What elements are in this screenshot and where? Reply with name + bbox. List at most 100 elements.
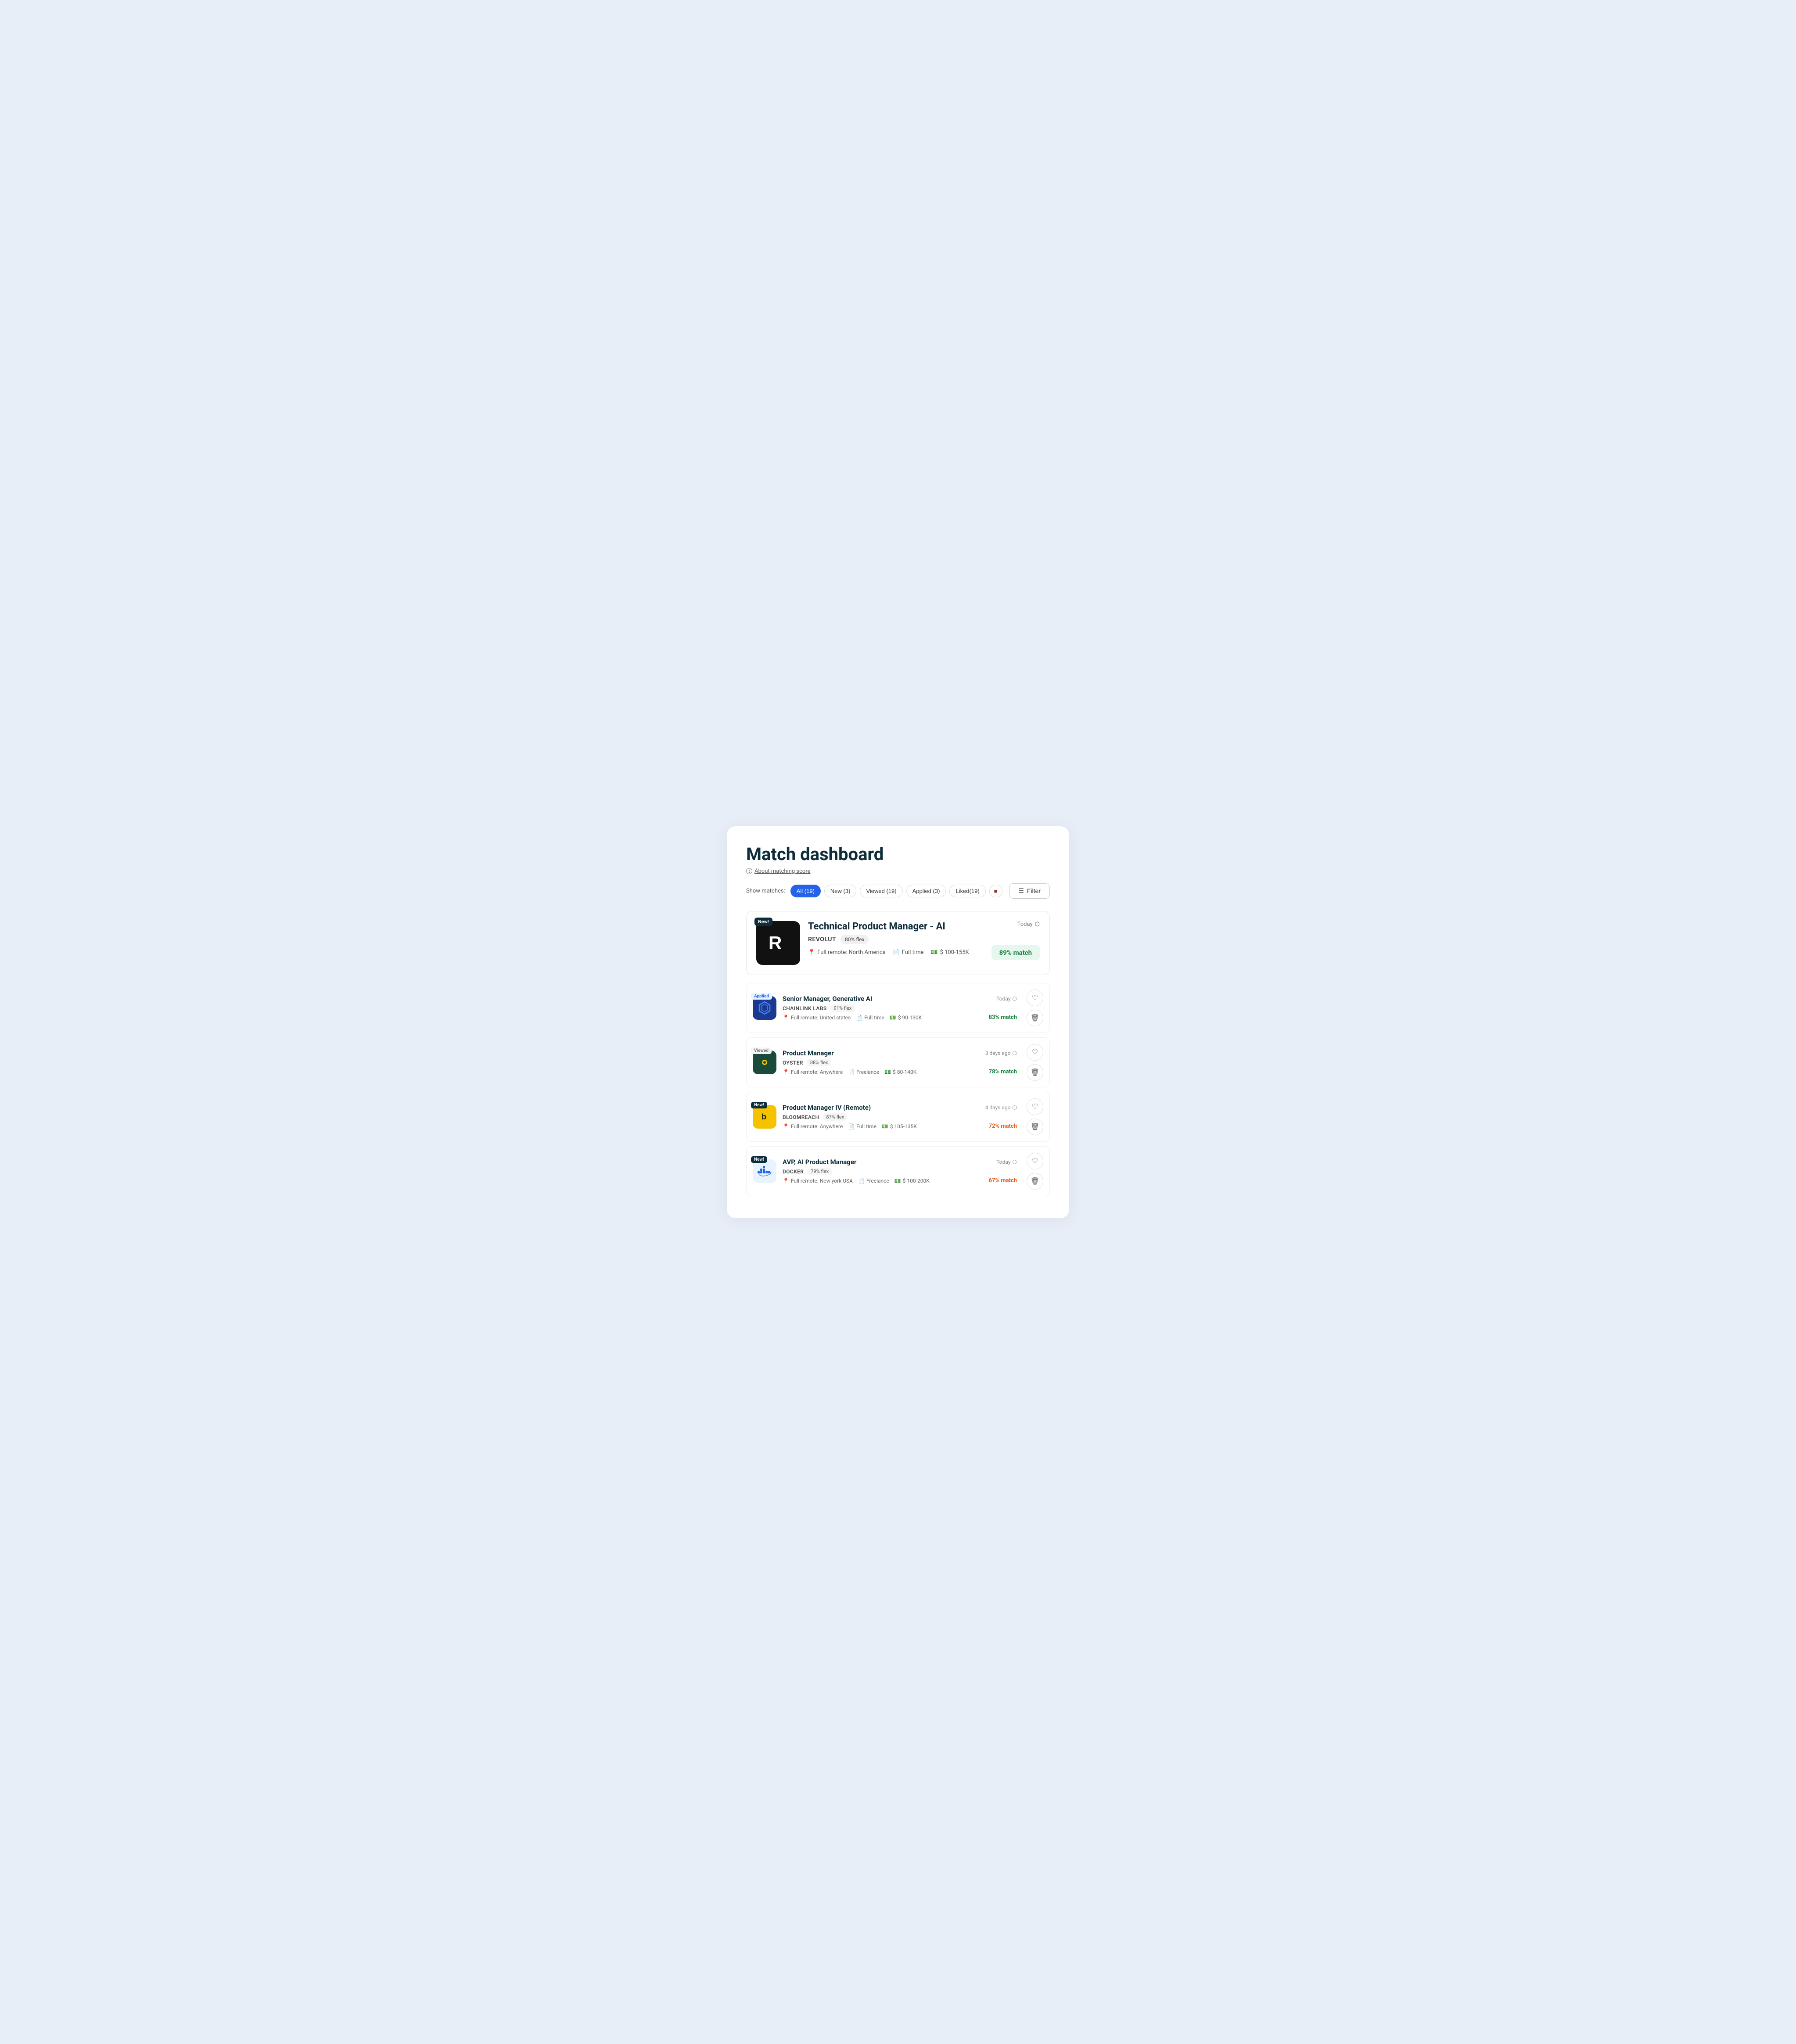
money-icon: 💵 bbox=[930, 949, 938, 956]
bloomreach-match-score: 72% match bbox=[989, 1123, 1017, 1130]
oyster-delete-button[interactable]: 🗑 bbox=[1027, 1064, 1043, 1081]
featured-logo-wrap: R New! bbox=[756, 921, 800, 965]
chainlink-type: 📄 Full time bbox=[856, 1015, 884, 1021]
featured-job-type: 📄 Full time bbox=[893, 949, 924, 956]
filter-button[interactable]: ☰ Filter bbox=[1009, 883, 1050, 899]
oyster-salary: 💵 $ 80-140K bbox=[884, 1069, 916, 1075]
featured-salary: 💵 $ 100-155K bbox=[930, 949, 969, 956]
tab-icon-filter[interactable]: ■ bbox=[989, 885, 1002, 897]
oyster-location: 📍 Full remote: Anywhere bbox=[783, 1069, 843, 1075]
docker-job-title: AVP, AI Product Manager bbox=[783, 1158, 856, 1166]
doc-icon: 📄 bbox=[893, 949, 900, 956]
docker-open-icon[interactable]: ⬡ bbox=[1013, 1159, 1017, 1165]
bloomreach-location-icon: 📍 bbox=[783, 1123, 789, 1130]
chainlink-date: Today ⬡ bbox=[996, 996, 1017, 1002]
oyster-like-button[interactable]: ♡ bbox=[1027, 1044, 1043, 1061]
revolut-logo: R bbox=[756, 921, 800, 965]
chainlink-doc-icon: 📄 bbox=[856, 1015, 862, 1021]
docker-match-score: 67% match bbox=[989, 1177, 1017, 1184]
chainlink-salary: 💵 $ 90-130K bbox=[890, 1015, 922, 1021]
bloomreach-salary: 💵 $ 105-135K bbox=[882, 1123, 917, 1130]
docker-like-button[interactable]: ♡ bbox=[1027, 1153, 1043, 1169]
about-link-text: About matching score bbox=[754, 868, 811, 875]
oyster-company-row: OYSTER 88% flex bbox=[783, 1059, 1017, 1066]
featured-job-title: Technical Product Manager - AI bbox=[808, 921, 969, 932]
docker-company-row: DOCKER 79% flex bbox=[783, 1168, 1017, 1175]
docker-job-main: AVP, AI Product Manager Today ⬡ DOCKER 7… bbox=[783, 1158, 1017, 1184]
page-title: Match dashboard bbox=[746, 844, 1050, 864]
featured-job-info: Technical Product Manager - AI REVOLUT 8… bbox=[808, 921, 1040, 960]
chainlink-delete-button[interactable]: 🗑 bbox=[1027, 1010, 1043, 1026]
bloomreach-date: 4 days ago ⬡ bbox=[985, 1104, 1017, 1111]
chainlink-job-main: Senior Manager, Generative AI Today ⬡ CH… bbox=[783, 995, 1017, 1021]
chainlink-open-icon[interactable]: ⬡ bbox=[1013, 996, 1017, 1002]
tab-new[interactable]: New (3) bbox=[824, 885, 857, 897]
chainlink-location-icon: 📍 bbox=[783, 1015, 789, 1021]
oyster-flex: 88% flex bbox=[807, 1059, 832, 1066]
chainlink-company-row: CHAINLINK LABS 91% flex bbox=[783, 1004, 1017, 1012]
chainlink-title-row: Senior Manager, Generative AI Today ⬡ bbox=[783, 995, 1017, 1003]
oyster-status-badge: Viewed bbox=[751, 1047, 772, 1054]
svg-text:R: R bbox=[769, 932, 782, 953]
docker-money-icon: 💵 bbox=[894, 1178, 901, 1184]
location-icon: 📍 bbox=[808, 949, 815, 956]
job-item-chainlink: Applied Senior Manager, Generative AI To… bbox=[746, 983, 1050, 1033]
oyster-open-icon[interactable]: ⬡ bbox=[1013, 1050, 1017, 1056]
oyster-type: 📄 Freelance bbox=[848, 1069, 879, 1075]
bloomreach-type: 📄 Full time bbox=[848, 1123, 876, 1130]
bloomreach-details: 📍 Full remote: Anywhere 📄 Full time 💵 $ … bbox=[783, 1123, 1017, 1130]
bloomreach-doc-icon: 📄 bbox=[848, 1123, 855, 1130]
docker-type: 📄 Freelance bbox=[858, 1178, 889, 1184]
bloomreach-open-icon[interactable]: ⬡ bbox=[1013, 1104, 1017, 1111]
show-matches-label: Show matches: bbox=[746, 888, 785, 894]
bloomreach-delete-button[interactable]: 🗑 bbox=[1027, 1119, 1043, 1135]
svg-text:b: b bbox=[762, 1112, 766, 1121]
bloomreach-logo: b bbox=[753, 1105, 776, 1129]
oyster-title-row: Product Manager 3 days ago ⬡ bbox=[783, 1049, 1017, 1057]
docker-details: 📍 Full remote: New york USA 📄 Freelance … bbox=[783, 1177, 1017, 1184]
docker-flex: 79% flex bbox=[807, 1168, 832, 1175]
chainlink-actions: ♡ 🗑 bbox=[1027, 990, 1043, 1026]
oyster-actions: ♡ 🗑 bbox=[1027, 1044, 1043, 1081]
chainlink-job-title: Senior Manager, Generative AI bbox=[783, 995, 872, 1003]
about-matching-score-link[interactable]: i About matching score bbox=[746, 868, 811, 875]
bloomreach-flex: 87% flex bbox=[823, 1113, 848, 1121]
bloomreach-job-title: Product Manager IV (Remote) bbox=[783, 1104, 871, 1112]
featured-right: Today ⬡ 89% match bbox=[991, 921, 1040, 960]
job-item-docker: New! AVP, AI Product Manager Today ⬡ DOC… bbox=[746, 1146, 1050, 1196]
chainlink-match-score: 83% match bbox=[989, 1014, 1017, 1021]
docker-location: 📍 Full remote: New york USA bbox=[783, 1178, 853, 1184]
docker-delete-button[interactable]: 🗑 bbox=[1027, 1173, 1043, 1190]
oyster-job-title: Product Manager bbox=[783, 1049, 834, 1057]
featured-title-section: Technical Product Manager - AI REVOLUT 8… bbox=[808, 921, 969, 956]
featured-details-row: 📍 Full remote: North America 📄 Full time… bbox=[808, 949, 969, 956]
featured-location: 📍 Full remote: North America bbox=[808, 949, 886, 956]
bloomreach-job-main: Product Manager IV (Remote) 4 days ago ⬡… bbox=[783, 1104, 1017, 1130]
chainlink-like-button[interactable]: ♡ bbox=[1027, 990, 1043, 1006]
bloomreach-company-row: BLOOMREACH 87% flex bbox=[783, 1113, 1017, 1121]
docker-doc-icon: 📄 bbox=[858, 1178, 865, 1184]
chainlink-location: 📍 Full remote: United states bbox=[783, 1015, 851, 1021]
tab-liked[interactable]: Liked(19) bbox=[949, 885, 985, 897]
bloomreach-like-button[interactable]: ♡ bbox=[1027, 1098, 1043, 1115]
filter-icon: ☰ bbox=[1018, 887, 1024, 895]
tab-all[interactable]: All (19) bbox=[790, 885, 821, 897]
featured-new-badge: New! bbox=[754, 918, 772, 926]
bloomreach-company: BLOOMREACH bbox=[783, 1114, 819, 1120]
docker-status-badge: New! bbox=[751, 1156, 767, 1163]
tab-applied[interactable]: Applied (3) bbox=[906, 885, 946, 897]
tab-viewed[interactable]: Viewed (19) bbox=[860, 885, 902, 897]
chainlink-flex: 91% flex bbox=[830, 1004, 855, 1012]
open-external-icon[interactable]: ⬡ bbox=[1035, 921, 1040, 928]
oyster-doc-icon: 📄 bbox=[848, 1069, 855, 1075]
docker-salary: 💵 $ 100-200K bbox=[894, 1178, 930, 1184]
oyster-logo bbox=[753, 1051, 776, 1074]
job-item-oyster: Viewed Product Manager 3 days ago ⬡ OYST… bbox=[746, 1037, 1050, 1087]
oyster-logo-wrap: Viewed bbox=[753, 1051, 776, 1074]
featured-company-name: REVOLUT bbox=[808, 936, 836, 943]
featured-header: Technical Product Manager - AI REVOLUT 8… bbox=[808, 921, 1040, 960]
docker-title-row: AVP, AI Product Manager Today ⬡ bbox=[783, 1158, 1017, 1166]
oyster-company: OYSTER bbox=[783, 1060, 803, 1066]
chainlink-logo-wrap: Applied bbox=[753, 996, 776, 1020]
docker-logo bbox=[753, 1159, 776, 1183]
